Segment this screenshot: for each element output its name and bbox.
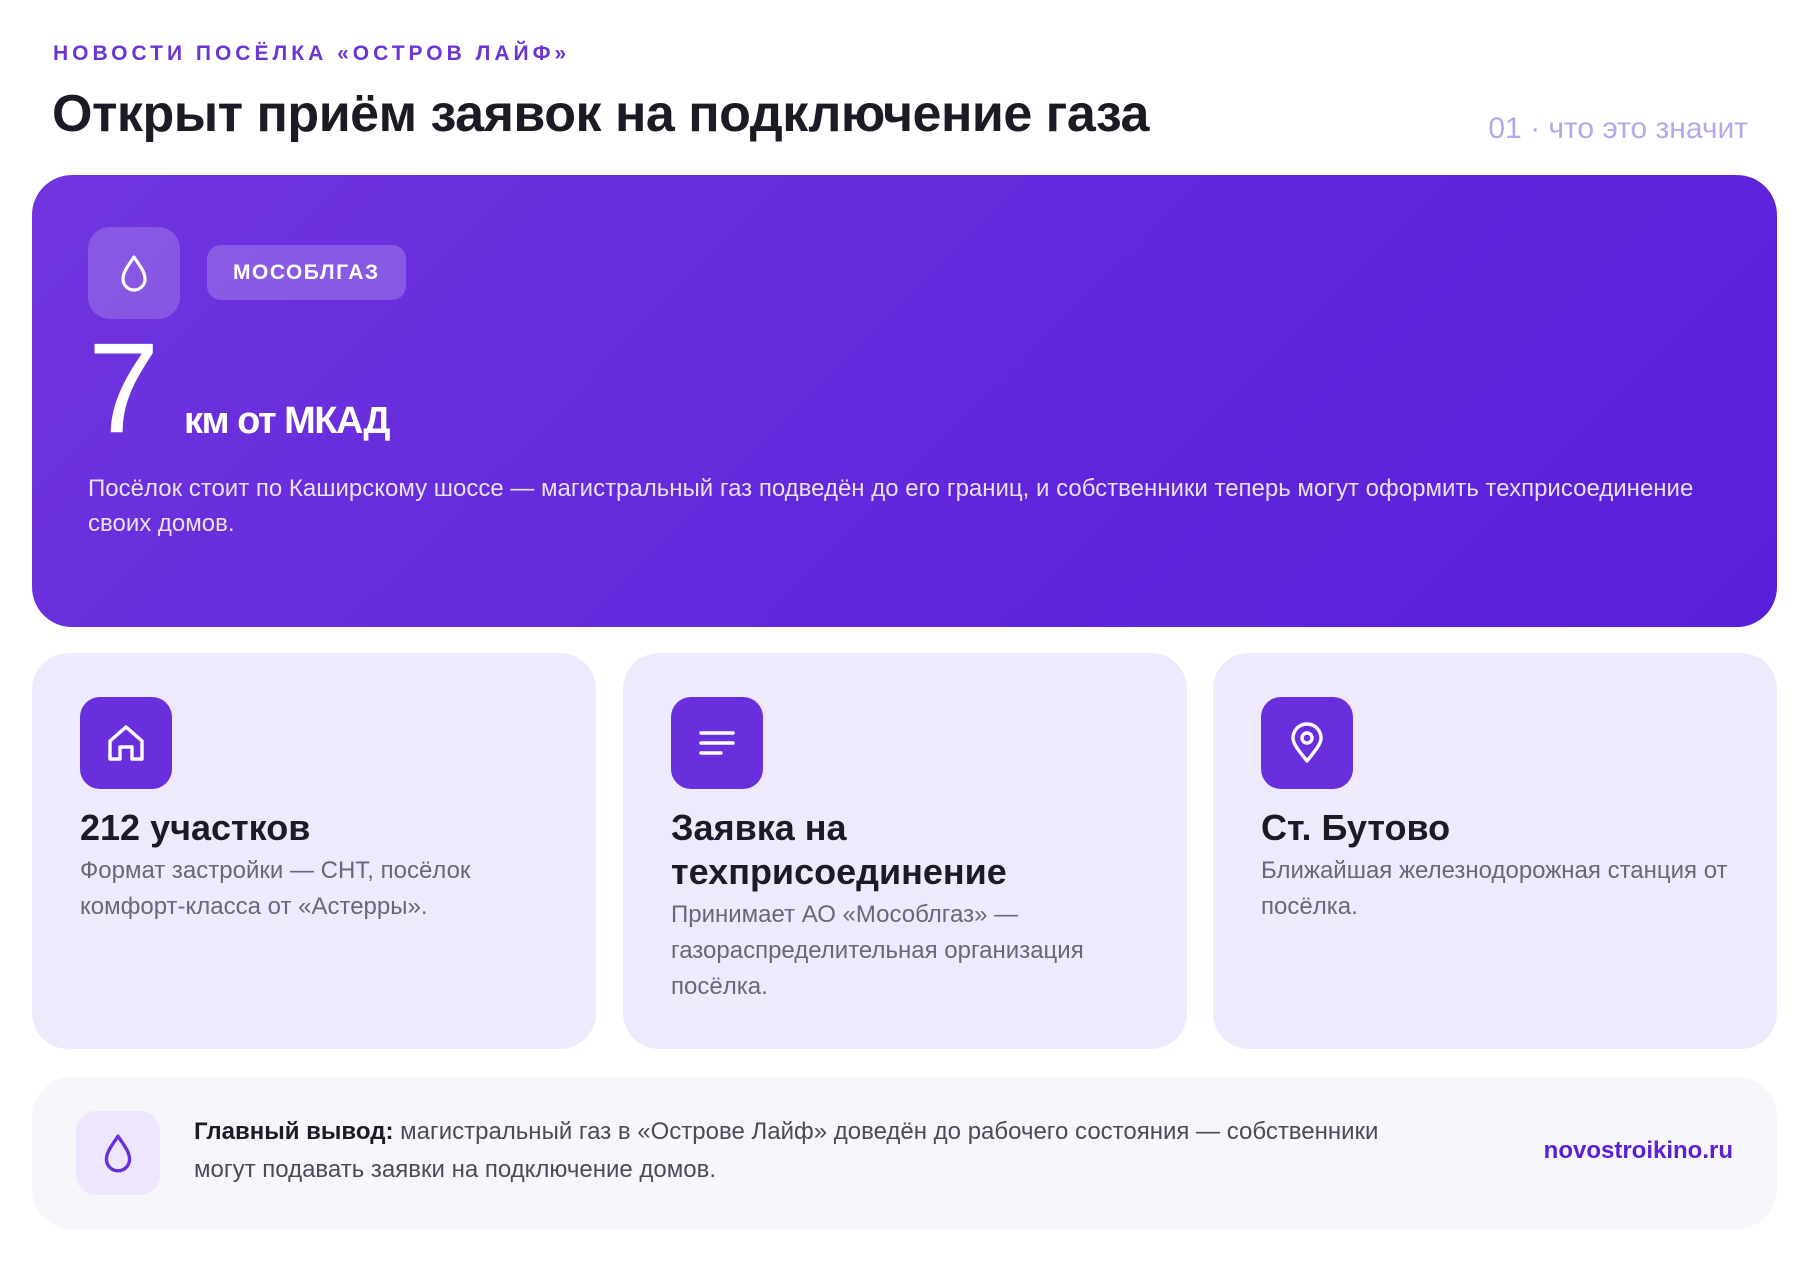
- lines-icon: [671, 697, 763, 789]
- hero-description: Посёлок стоит по Каширскому шоссе — маги…: [88, 475, 1694, 537]
- card-description: Ближайшая железнодорожная станция от пос…: [1261, 857, 1728, 920]
- drop-icon: [88, 227, 180, 319]
- card-description: Формат застройки — СНТ, посёлок комфорт-…: [80, 857, 471, 920]
- map-pin-icon: [1261, 697, 1353, 789]
- card-title: 212 участков: [80, 807, 311, 848]
- company-badge: МОСОБЛГАЗ: [207, 245, 406, 300]
- info-card-station: Ст. Бутово Ближайшая железнодорожная ста…: [1213, 653, 1777, 1049]
- distance-unit: км от МКАД: [184, 400, 390, 442]
- card-description: Принимает АО «Мособлгаз» — газораспредел…: [671, 901, 1084, 1000]
- conclusion-label: Главный вывод:: [194, 1118, 394, 1145]
- page-eyebrow: НОВОСТИ ПОСЁЛКА «ОСТРОВ ЛАЙФ»: [53, 42, 571, 65]
- source-link[interactable]: novostroikino.ru: [1544, 1137, 1733, 1165]
- drop-icon: [76, 1111, 160, 1195]
- page-title: Открыт приём заявок на подключение газа: [52, 85, 1149, 143]
- house-icon: [80, 697, 172, 789]
- info-card-application: Заявка на техприсоединение Принимает АО …: [623, 653, 1187, 1049]
- conclusion-banner: Главный вывод: магистральный газ в «Остр…: [32, 1077, 1777, 1229]
- card-title: Ст. Бутово: [1261, 807, 1451, 848]
- info-card-plots: 212 участков Формат застройки — СНТ, пос…: [32, 653, 596, 1049]
- card-title: Заявка на техприсоединение: [671, 807, 1007, 892]
- distance-number: 7: [88, 317, 160, 460]
- hero-card: МОСОБЛГАЗ 7 км от МКАД Посёлок стоит по …: [32, 175, 1777, 627]
- conclusion-text: Главный вывод: магистральный газ в «Остр…: [194, 1113, 1414, 1189]
- section-counter: 01 · что это значит: [1488, 112, 1748, 145]
